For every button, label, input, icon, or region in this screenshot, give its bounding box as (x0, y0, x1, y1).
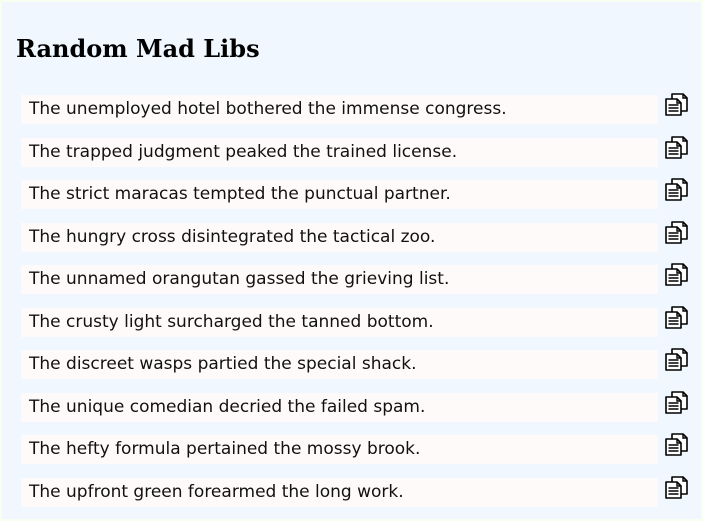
list-item: The discreet wasps partied the special s… (21, 348, 691, 379)
list-item: The unemployed hotel bothered the immens… (21, 93, 691, 124)
mad-lib-text: The unnamed orangutan gassed the grievin… (21, 265, 658, 294)
copy-icon[interactable] (663, 134, 689, 160)
mad-lib-text: The unemployed hotel bothered the immens… (21, 95, 658, 124)
mad-lib-text: The upfront green forearmed the long wor… (21, 477, 658, 507)
list-item: The unnamed orangutan gassed the grievin… (21, 263, 691, 294)
mad-lib-text: The unique comedian decried the failed s… (21, 392, 658, 422)
copy-icon[interactable] (663, 431, 689, 457)
copy-icon[interactable] (663, 261, 689, 287)
copy-icon[interactable] (663, 474, 689, 500)
mad-lib-text: The hefty formula pertained the mossy br… (21, 435, 658, 464)
mad-lib-text: The crusty light surcharged the tanned b… (21, 307, 658, 337)
list-item: The hefty formula pertained the mossy br… (21, 433, 691, 464)
list-item: The upfront green forearmed the long wor… (21, 475, 691, 507)
list-item: The hungry cross disintegrated the tacti… (21, 220, 691, 252)
copy-icon[interactable] (663, 219, 689, 245)
mad-libs-list: The unemployed hotel bothered the immens… (21, 93, 691, 520)
copy-icon[interactable] (663, 176, 689, 202)
list-item: The trapped judgment peaked the trained … (21, 135, 691, 167)
page-title: Random Mad Libs (16, 34, 260, 63)
copy-icon[interactable] (663, 91, 689, 117)
mad-lib-text: The trapped judgment peaked the trained … (21, 137, 658, 167)
mad-lib-text: The hungry cross disintegrated the tacti… (21, 222, 658, 252)
list-item: The unique comedian decried the failed s… (21, 390, 691, 422)
mad-lib-text: The discreet wasps partied the special s… (21, 350, 658, 379)
list-item: The strict maracas tempted the punctual … (21, 178, 691, 209)
mad-lib-text: The strict maracas tempted the punctual … (21, 180, 658, 209)
list-item: The crusty light surcharged the tanned b… (21, 305, 691, 337)
copy-icon[interactable] (663, 346, 689, 372)
copy-icon[interactable] (663, 304, 689, 330)
copy-icon[interactable] (663, 389, 689, 415)
